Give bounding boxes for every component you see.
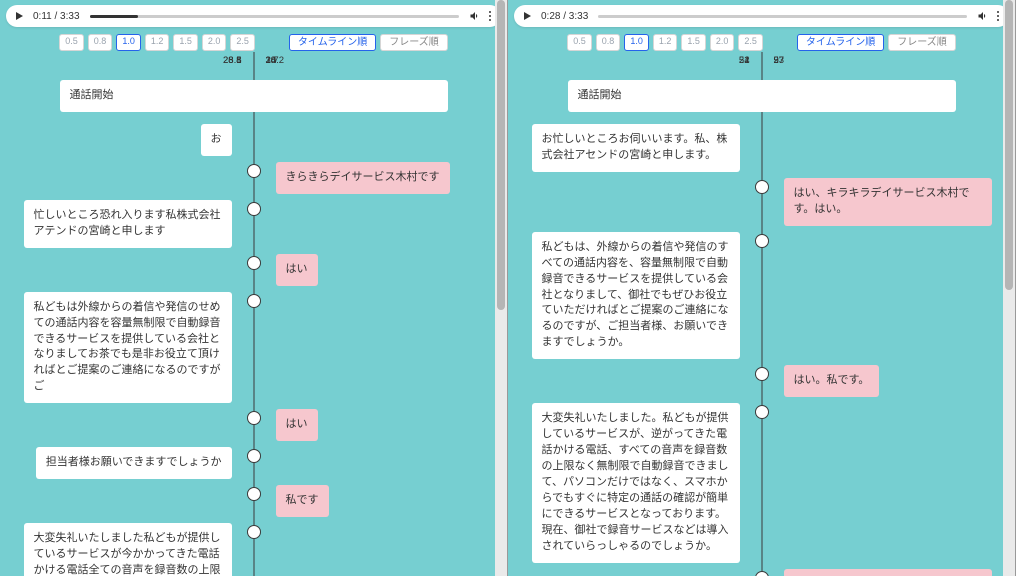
panel-left: 0:11 / 3:33 0.50.81.01.21.52.02.5 タイムライン順フ…: [0, 0, 508, 576]
speed-button[interactable]: 1.0: [624, 34, 649, 51]
seek-track[interactable]: [598, 15, 967, 18]
timestamp: 28: [266, 55, 277, 66]
entry: 24.2担当者様お願いできますでしょうか: [0, 447, 507, 479]
timeline-dot: [755, 234, 769, 248]
caller-bubble[interactable]: 私どもは外線からの着信や発信のせめての通話内容を容量無制限で自動録音できるサービ…: [24, 292, 232, 404]
entry: 1はい、キラキラデイサービス木村です。はい。: [508, 178, 1015, 226]
speed-button[interactable]: 0.5: [59, 34, 84, 51]
timeline-dot: [247, 256, 261, 270]
timeline-dot: [755, 367, 769, 381]
entry: 24はい。私です。: [508, 365, 1015, 397]
timeline-dot: [247, 449, 261, 463]
entry: 3.7忙しいところ恐れ入ります私株式会社アテンドの宮崎と申します: [0, 200, 507, 248]
callee-bubble[interactable]: 私です: [276, 485, 329, 517]
tab-timeline[interactable]: タイムライン順: [797, 34, 884, 51]
header-bubble[interactable]: 通話開始: [568, 80, 956, 112]
controls-row: 0.50.81.01.21.52.02.5 タイムライン順フレーズ順: [508, 34, 1015, 51]
caller-bubble[interactable]: 忙しいところ恐れ入ります私株式会社アテンドの宮崎と申します: [24, 200, 232, 248]
speed-button[interactable]: 1.5: [681, 34, 706, 51]
caller-bubble[interactable]: 大変失礼いたしました私どもが提供しているサービスが今かかってきた電話かける電話全…: [24, 523, 232, 576]
entry: 26.5私です: [0, 485, 507, 517]
timeline-dot: [247, 411, 261, 425]
scrollbar[interactable]: [495, 0, 507, 576]
callee-bubble[interactable]: きらきらデイサービス木村です: [276, 162, 450, 194]
callee-bubble[interactable]: はい: [276, 254, 318, 286]
timeline: 通話開始お 1きらきらデイサービス木村です 3.7忙しいところ恐れ入ります私株式会社…: [0, 52, 507, 576]
entry: 27大変失礼いたしました。私どもが提供しているサービスが、逆がってきた電話かける…: [508, 403, 1015, 562]
speed-button[interactable]: 2.0: [710, 34, 735, 51]
callee-bubble[interactable]: はい、キラキラデイサービス木村です。はい。: [784, 178, 992, 226]
timestamp: 52: [739, 55, 750, 66]
timeline-dot: [247, 487, 261, 501]
entry: 23.8はい: [0, 409, 507, 441]
speed-button[interactable]: 1.0: [116, 34, 141, 51]
more-icon[interactable]: [489, 11, 491, 21]
audio-player[interactable]: 0:28 / 3:33: [514, 5, 1009, 27]
speed-button[interactable]: 1.2: [653, 34, 678, 51]
more-icon[interactable]: [997, 11, 999, 21]
volume-icon[interactable]: [977, 10, 989, 22]
timeline-dot: [247, 164, 261, 178]
speed-button[interactable]: 1.2: [145, 34, 170, 51]
timestamp: 53: [774, 55, 785, 66]
entry: 28大変失礼いたしました私どもが提供しているサービスが今かかってきた電話かける電…: [0, 523, 507, 576]
seek-track[interactable]: [90, 15, 459, 18]
caller-bubble[interactable]: 私どもは、外線からの着信や発信のすべての通話内容を、容量無制限で自動録音できるサ…: [532, 232, 740, 360]
tab-phrase[interactable]: フレーズ順: [888, 34, 956, 51]
speed-button[interactable]: 2.5: [738, 34, 763, 51]
speed-button[interactable]: 2.5: [230, 34, 255, 51]
header-bubble[interactable]: 通話開始: [60, 80, 448, 112]
caller-bubble[interactable]: お忙しいところお伺いいます。私、株式会社アセンドの宮崎と申します。: [532, 124, 740, 172]
timeline-dot: [247, 525, 261, 539]
timeline-dot: [755, 180, 769, 194]
entry: 8.8はい: [0, 254, 507, 286]
callee-bubble[interactable]: はい: [276, 409, 318, 441]
volume-icon[interactable]: [469, 10, 481, 22]
callee-bubble[interactable]: はい。私です。: [784, 365, 880, 397]
tab-timeline[interactable]: タイムライン順: [289, 34, 376, 51]
player-time: 0:28 / 3:33: [541, 11, 588, 22]
entry: 1きらきらデイサービス木村です: [0, 162, 507, 194]
scrollbar-thumb[interactable]: [497, 0, 505, 310]
speed-button[interactable]: 0.8: [88, 34, 113, 51]
scrollbar[interactable]: [1003, 0, 1015, 576]
speed-button[interactable]: 1.5: [173, 34, 198, 51]
speed-button[interactable]: 2.0: [202, 34, 227, 51]
play-icon[interactable]: [524, 12, 531, 20]
entry: お: [0, 124, 507, 156]
entry: 52いえ、あんまり録音機能を使うことはないです。: [508, 569, 1015, 576]
scrollbar-thumb[interactable]: [1005, 0, 1013, 290]
entry: 通話開始: [0, 80, 507, 112]
entries-list: 通話開始お 1きらきらデイサービス木村です 3.7忙しいところ恐れ入ります私株式会社…: [0, 52, 507, 576]
callee-bubble[interactable]: いえ、あんまり録音機能を使うことはないです。: [784, 569, 992, 576]
speed-button[interactable]: 0.8: [596, 34, 621, 51]
entries-list: 通話開始お忙しいところお伺いいます。私、株式会社アセンドの宮崎と申します。 1はい…: [508, 52, 1015, 576]
panel-right: 0:28 / 3:33 0.50.81.01.21.52.02.5 タイムライン順フ…: [508, 0, 1016, 576]
entry: お忙しいところお伺いいます。私、株式会社アセンドの宮崎と申します。: [508, 124, 1015, 172]
entry: 9私どもは、外線からの着信や発信のすべての通話内容を、容量無制限で自動録音できる…: [508, 232, 1015, 360]
controls-row: 0.50.81.01.21.52.02.5 タイムライン順フレーズ順: [0, 34, 507, 51]
speed-button[interactable]: 0.5: [567, 34, 592, 51]
audio-player[interactable]: 0:11 / 3:33: [6, 5, 501, 27]
timeline-dot: [247, 202, 261, 216]
player-time: 0:11 / 3:33: [33, 11, 80, 22]
entry: 通話開始: [508, 80, 1015, 112]
entry: 10私どもは外線からの着信や発信のせめての通話内容を容量無制限で自動録音できるサ…: [0, 292, 507, 404]
caller-bubble[interactable]: 担当者様お願いできますでしょうか: [36, 447, 232, 479]
timeline-dot: [247, 294, 261, 308]
timeline-dot: [755, 405, 769, 419]
timeline: 通話開始お忙しいところお伺いいます。私、株式会社アセンドの宮崎と申します。 1はい…: [508, 52, 1015, 576]
timeline-dot: [755, 571, 769, 576]
caller-bubble[interactable]: 大変失礼いたしました。私どもが提供しているサービスが、逆がってきた電話かける電話…: [532, 403, 740, 562]
timestamp: 26.5: [223, 55, 242, 66]
play-icon[interactable]: [16, 12, 23, 20]
tab-phrase[interactable]: フレーズ順: [380, 34, 448, 51]
caller-bubble[interactable]: お: [201, 124, 232, 156]
